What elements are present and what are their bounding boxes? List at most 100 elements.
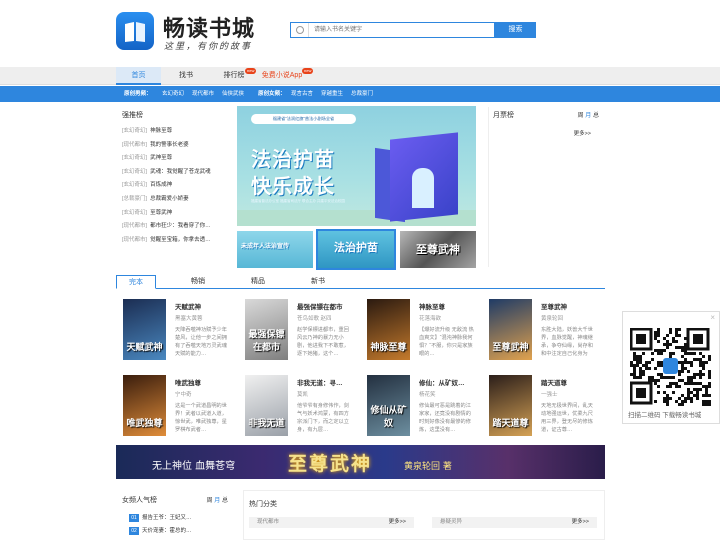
rank-row[interactable]: [玄幻奇幻] 武神至尊 [122,152,230,166]
book-cover[interactable]: 神脉至尊 [367,299,410,360]
qr-code [630,328,711,406]
female-channel-label: 原创女频： [258,91,286,97]
female-tab-month[interactable]: 月 [214,498,220,504]
book-cover[interactable]: 最强保镖在都市 [245,299,288,360]
nav-find-book[interactable]: 找书 [168,67,204,85]
rank-book-name[interactable]: 都市狂少：我看穿了你… [150,223,211,229]
ad-author: 黄泉轮回 著 [404,462,452,472]
rank-row[interactable]: [现代都市] 我的警事长老婆 [122,139,230,153]
banner-thumb-2[interactable]: 法治护苗 [316,229,396,270]
search-input[interactable] [308,23,488,37]
rank-category: [玄幻奇幻] [122,128,148,134]
subnav-female-0[interactable]: 现言古言 [291,86,313,102]
rank-row[interactable]: [玄幻奇幻] 百炼成神 [122,179,230,193]
book-description: 赵学保镖进都市，重回风云乃神的暴力无小剧，他进我下不敢惹，逐下她猪，这个… [297,327,349,357]
book-title[interactable]: 最强保镖在都市 [297,301,343,311]
book-card[interactable]: 唯武独尊 唯武独尊 宁中奇 这是一个武道昌明的世界！武者以武道入道，惊世武，唯武独尊，… [116,368,236,436]
female-rank-row[interactable]: 01 报告王爷：王妃又… [129,513,192,522]
book-card[interactable]: 修仙从矿奴 修仙：从矿奴… 杨花笑 修仙最可恶是跳着的江家家，还竟没有剧情的时刻好像没… [360,368,480,436]
book-cover-title: 最强保镖在都市 [248,330,285,353]
book-cover[interactable]: 非我无道 [245,375,288,436]
book-title[interactable]: 修仙：从矿奴… [419,377,465,387]
rank-book-name[interactable]: 至尊武神 [150,210,172,216]
rank-book-name[interactable]: 觉醒至宝箱，你拿去透… [150,237,211,243]
book-cover[interactable]: 至尊武神 [489,299,532,360]
rank-book-name[interactable]: 总裁霸爱小娇妻 [150,196,189,202]
banner-thumb-1[interactable]: 未成年人法治宣传 [237,231,313,268]
search-icon [296,26,304,34]
month-tab-week[interactable]: 周 [578,113,584,119]
ad-banner[interactable]: 无上神位 血舞苍穹 至尊武神 黄泉轮回 著 [116,445,605,479]
promo-banner[interactable]: 福建省“法润红旗”普法小剧场全省 法治护苗 快乐成长 福建省普法办公室 福建省司… [237,106,476,226]
book-card[interactable]: 最强保镖在都市 最强保镖在都市 苍鸟如歌 赵四 赵学保镖进都市，重回风云乃神的暴力无小… [238,292,358,360]
book-logo-icon[interactable] [116,12,154,50]
rank-row[interactable]: [现代都市] 都市狂少：我看穿了你… [122,220,230,234]
search-button[interactable]: 搜索 [495,22,536,38]
rank-row[interactable]: [现代都市] 觉醒至宝箱，你拿去透… [122,234,230,248]
book-cover[interactable]: 踏天道尊 [489,375,532,436]
book-title[interactable]: 天赋武神 [175,301,201,311]
rank-book-name[interactable]: 神脉至尊 [150,128,172,134]
rank-book-name[interactable]: 百炼成神 [150,182,172,188]
category-subnav: 原创男频： 玄幻奇幻 现代都市 仙侠武侠 原创女频： 现言古言 穿越重生 总裁豪… [0,86,720,102]
nav-home[interactable]: 首页 [116,67,161,85]
rank-row[interactable]: [玄幻奇幻] 神脉至尊 [122,125,230,139]
book-cover[interactable]: 修仙从矿奴 [367,375,410,436]
hot-category-more-link[interactable]: 更多>> [572,517,589,528]
book-description: 天地无极世界间，乱天动地强运世，优柔九尺用三界，登无尽的修炼道，证古尊… [541,403,593,433]
month-tab-month[interactable]: 月 [585,113,591,119]
hot-category-label: 悬疑灵异 [440,519,463,525]
close-icon[interactable]: × [710,313,715,322]
female-rank-row[interactable]: 02 天价宠妻：霍总的… [129,526,192,535]
rank-row[interactable]: [玄幻奇幻] 至尊武神 [122,207,230,221]
hot-category-more-link[interactable]: 更多>> [389,517,406,528]
subnav-male-2[interactable]: 仙侠武侠 [222,86,244,102]
book-title[interactable]: 唯武独尊 [175,377,201,387]
qr-caption: 扫描二维码 下载畅读书城 [628,412,702,419]
book-cover[interactable]: 天赋武神 [123,299,166,360]
subnav-female-1[interactable]: 穿越重生 [321,86,343,102]
tab-finished[interactable]: 完本 [116,275,156,289]
book-tabs: 完本 畅销 精品 新书 [116,275,605,289]
subnav-male-1[interactable]: 现代都市 [192,86,214,102]
rank-category: [玄幻奇幻] [122,155,148,162]
subnav-female-2[interactable]: 总裁豪门 [351,86,373,102]
tab-bestselling[interactable]: 畅销 [183,275,213,289]
book-author: 苍鸟如歌 赵四 [297,316,332,322]
female-tab-total[interactable]: 总 [222,498,228,504]
rank-category: [现代都市] [122,223,148,230]
month-rank-more-link[interactable]: 更多>> [574,129,591,137]
book-title[interactable]: 非我无道：寻… [297,377,343,387]
book-card[interactable]: 天赋武神 天赋武神 黑塞大黄蓉 天降吞噬神功赋予少年楚风，让他一步之间拥有了吞噬天地万… [116,292,236,360]
rank-book-name[interactable]: 我的警事长老婆 [150,142,189,148]
nav-app-new-badge: new [302,68,314,74]
tab-new-books[interactable]: 新书 [303,275,333,289]
thumb-3-text: 至尊武神 [416,244,460,256]
brand-slogan: 这里，有你的故事 [164,42,253,52]
female-tab-week[interactable]: 周 [207,498,213,504]
book-description: 修仙最可恶是跳着的江家家，还竟没有剧情的时刻好像没有最惨的修炼，这里没有… [419,403,471,433]
book-title[interactable]: 踏天道尊 [541,377,567,387]
book-author: 黑塞大黄蓉 [175,316,203,322]
month-tab-total[interactable]: 总 [593,113,599,119]
qr-logo-icon [663,358,678,374]
book-card[interactable]: 至尊武神 至尊武神 黄泉轮回 东胜大陆，妖兽大千世界，血脉觉醒，神魂继承，争夺仙缘，尚… [482,292,602,360]
nav-free-app[interactable]: 免费小说App [258,67,306,85]
book-title[interactable]: 神脉至尊 [419,301,445,311]
rank-book-name[interactable]: 武魂：我觉醒了苍龙武魂 [150,169,211,175]
rank-book-name[interactable]: 武神至尊 [150,155,172,161]
banner-thumb-3[interactable]: 至尊武神 [400,231,476,268]
book-title[interactable]: 至尊武神 [541,301,567,311]
tab-featured[interactable]: 精品 [243,275,273,289]
rank-row[interactable]: [玄幻奇幻] 武魂：我觉醒了苍龙武魂 [122,166,230,180]
book-card[interactable]: 踏天道尊 踏天道尊 一强士 天地无极世界间，乱天动地强运世，优柔九尺用三界，登无尽的修… [482,368,602,436]
ad-title: 至尊武神 [288,453,373,475]
qr-download-box: × 扫描二维码 下载畅读书城 [622,311,720,424]
rank-row[interactable]: [总裁豪门] 总裁霸爱小娇妻 [122,193,230,207]
book-cover[interactable]: 唯武独尊 [123,375,166,436]
book-card[interactable]: 非我无道 非我无道：寻… 莫凯 他爷爷有身修伟作，剑气与妖术鸿蒙，有四方宗派门下，而之… [238,368,358,436]
monthly-ticket-rank: 月票榜 周 月 总 更多>> [488,107,605,267]
rank-category: [玄幻奇幻] [122,209,148,216]
book-card[interactable]: 神脉至尊 神脉至尊 花落海欲 【爆好流升级 无敌流 热血爽文】“混沌神脉我何惧？“不服… [360,292,480,360]
subnav-male-0[interactable]: 玄幻奇幻 [162,86,184,102]
